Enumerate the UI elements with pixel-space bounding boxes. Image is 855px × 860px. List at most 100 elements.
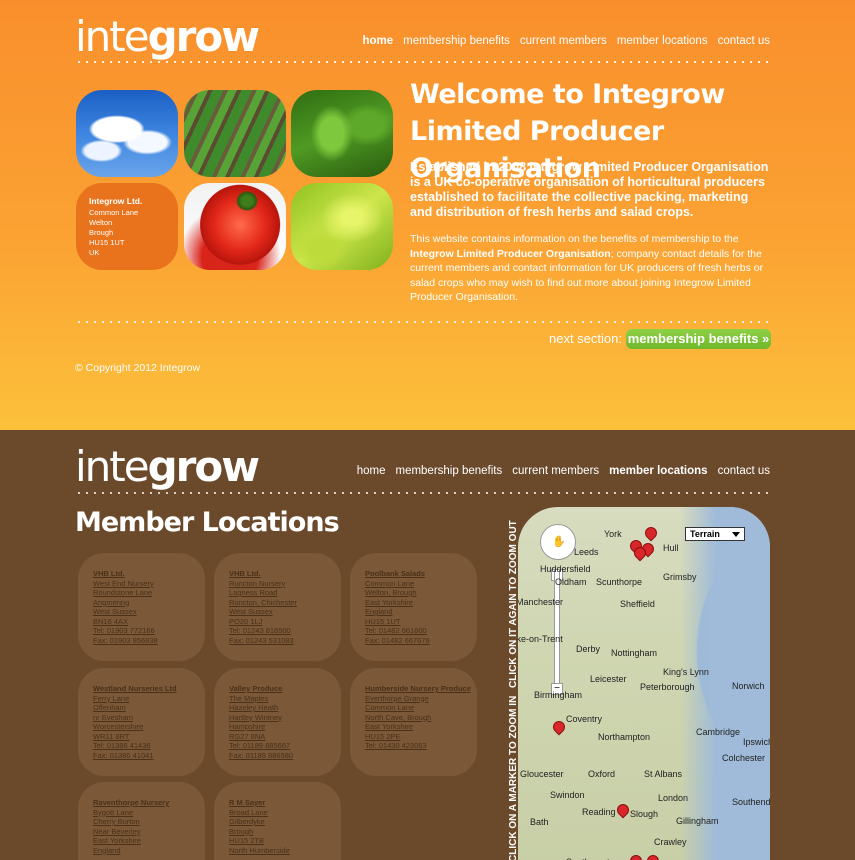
member-name-link[interactable]: Poolbank Salads: [365, 569, 477, 579]
member-detail-link[interactable]: Fax: 01189 886580: [229, 751, 341, 761]
member-detail-link[interactable]: HU15 1UT: [365, 617, 477, 627]
member-detail-link[interactable]: Tel: 01243 818500: [229, 626, 341, 636]
map-marker-icon[interactable]: [642, 524, 660, 542]
member-detail-link[interactable]: Common Lane: [365, 579, 477, 589]
member-detail-link[interactable]: Brough: [229, 827, 341, 837]
member-name-link[interactable]: Valley Produce: [229, 684, 341, 694]
nav-home[interactable]: home: [357, 465, 386, 477]
divider: [75, 61, 770, 63]
nav-contact-us[interactable]: contact us: [718, 465, 770, 477]
member-detail-link[interactable]: Cherry Burton: [93, 817, 205, 827]
member-detail-link[interactable]: WR11 8RT: [93, 732, 205, 742]
member-name-link[interactable]: Humberside Nursery Produce: [365, 684, 477, 694]
member-detail-link[interactable]: HU15 2PE: [365, 732, 477, 742]
nav-membership-benefits[interactable]: membership benefits: [395, 465, 502, 477]
member-detail-link[interactable]: North Humberside: [229, 846, 341, 856]
member-map[interactable]: + − Terrain YorkHullLeedsHuddersfieldOld…: [518, 507, 770, 860]
nav-member-locations[interactable]: member locations: [617, 35, 708, 47]
member-detail-link[interactable]: England: [93, 846, 205, 856]
member-detail-link[interactable]: HU15 2TB: [229, 836, 341, 846]
member-detail-link[interactable]: Welton, Brough: [365, 588, 477, 598]
member-detail-link[interactable]: Lagness Road: [229, 588, 341, 598]
member-detail-link[interactable]: West End Nursery: [93, 579, 205, 589]
sky-image: [76, 90, 178, 177]
member-detail-link[interactable]: PO20 1LJ: [229, 617, 341, 627]
copyright: © Copyright 2012 Integrow: [75, 362, 201, 374]
member-detail-link[interactable]: Gilberdyke: [229, 817, 341, 827]
member-detail-link[interactable]: East Yorkshire: [365, 722, 477, 732]
member-name-link[interactable]: Westland Nurseries Ltd: [93, 684, 205, 694]
member-detail-link[interactable]: Hartley Wintney: [229, 713, 341, 723]
main-nav: home membership benefits current members…: [362, 35, 770, 47]
member-detail-link[interactable]: Roundstone Lane: [93, 588, 205, 598]
pan-control[interactable]: [540, 524, 576, 560]
member-detail-link[interactable]: Hampshire: [229, 722, 341, 732]
map-city-label: Norwich: [732, 681, 765, 691]
map-city-label: Nottingham: [611, 648, 658, 658]
member-name-link[interactable]: R M Sayer: [229, 798, 341, 808]
map-city-label: Bath: [530, 817, 549, 827]
map-city-label: Swindon: [550, 790, 585, 800]
main-nav: home membership benefits current members…: [357, 465, 770, 477]
member-detail-link[interactable]: Fax: 01386 41041: [93, 751, 205, 761]
member-detail-link[interactable]: Tel: 01903 772166: [93, 626, 205, 636]
member-detail-link[interactable]: The Maples: [229, 694, 341, 704]
member-detail-link[interactable]: Runcton, Chichester: [229, 598, 341, 608]
member-detail-link[interactable]: RG27 8NA: [229, 732, 341, 742]
member-detail-link[interactable]: Angmering: [93, 598, 205, 608]
member-detail-link[interactable]: Offenham: [93, 703, 205, 713]
map-city-label: Huddersfield: [540, 564, 591, 574]
map-city-label: Gloucester: [520, 769, 564, 779]
member-detail-link[interactable]: BN16 4AX: [93, 617, 205, 627]
member-detail-link[interactable]: Tel: 01386 41436: [93, 741, 205, 751]
map-marker-icon[interactable]: [627, 852, 645, 860]
member-detail-link[interactable]: Fax: 01903 856838: [93, 636, 205, 646]
member-detail-link[interactable]: West Sussex: [229, 607, 341, 617]
integrow-logo[interactable]: integrow: [75, 12, 260, 62]
map-marker-icon[interactable]: [644, 852, 662, 860]
integrow-logo[interactable]: integrow: [75, 442, 260, 492]
next-section-label: next section:: [549, 331, 622, 346]
nav-home[interactable]: home: [362, 35, 393, 47]
member-card: Raventhorpe Nursery Bygott Lane Cherry Bur…: [78, 782, 205, 860]
zoom-slider[interactable]: [554, 569, 560, 689]
member-detail-link[interactable]: Tel: 01189 885667: [229, 741, 341, 751]
member-detail-link[interactable]: Near Beverley: [93, 827, 205, 837]
map-city-label: St Albans: [644, 769, 683, 779]
nav-membership-benefits[interactable]: membership benefits: [403, 35, 510, 47]
map-city-label: Leeds: [574, 547, 599, 557]
member-detail-link[interactable]: Hazeley Heath: [229, 703, 341, 713]
lead-paragraph: Established in 2008 Integrow Limited Pro…: [410, 160, 769, 219]
nav-current-members[interactable]: current members: [520, 35, 607, 47]
map-marker-icon[interactable]: [614, 801, 632, 819]
member-detail-link[interactable]: Bygott Lane: [93, 808, 205, 818]
member-detail-link[interactable]: East Yorkshire: [365, 598, 477, 608]
member-detail-link[interactable]: West Sussex: [93, 607, 205, 617]
member-detail-link[interactable]: Ferry Lane: [93, 694, 205, 704]
map-marker-icon[interactable]: [550, 718, 568, 736]
member-detail-link[interactable]: Tel: 01482 661600: [365, 626, 477, 636]
member-detail-link[interactable]: North Cave, Brough: [365, 713, 477, 723]
member-detail-link[interactable]: Runcton Nursery: [229, 579, 341, 589]
nav-current-members[interactable]: current members: [512, 465, 599, 477]
member-detail-link[interactable]: Fax: 01243 531083: [229, 636, 341, 646]
member-detail-link[interactable]: Fax: 01482 667676: [365, 636, 477, 646]
member-name-link[interactable]: Raventhorpe Nursery: [93, 798, 205, 808]
member-name-link[interactable]: VHB Ltd.: [93, 569, 205, 579]
member-detail-link[interactable]: Worcestershire: [93, 722, 205, 732]
member-detail-link[interactable]: Common Lane: [365, 703, 477, 713]
member-detail-link[interactable]: nr Evesham: [93, 713, 205, 723]
map-type-select[interactable]: Terrain: [685, 527, 745, 541]
next-section-button[interactable]: membership benefits »: [626, 329, 771, 349]
member-detail-link[interactable]: England: [365, 607, 477, 617]
member-detail-link[interactable]: East Yorkshire: [93, 836, 205, 846]
address-line: Common Lane: [89, 208, 139, 217]
member-name-link[interactable]: VHB Ltd.: [229, 569, 341, 579]
nav-contact-us[interactable]: contact us: [718, 35, 770, 47]
nav-member-locations[interactable]: member locations: [609, 465, 707, 477]
map-city-label: Leicester: [590, 674, 627, 684]
address-name: Integrow Ltd.: [89, 196, 143, 206]
member-detail-link[interactable]: Tel: 01430 423063: [365, 741, 477, 751]
member-detail-link[interactable]: Broad Lane: [229, 808, 341, 818]
member-detail-link[interactable]: Everthorpe Grange: [365, 694, 477, 704]
